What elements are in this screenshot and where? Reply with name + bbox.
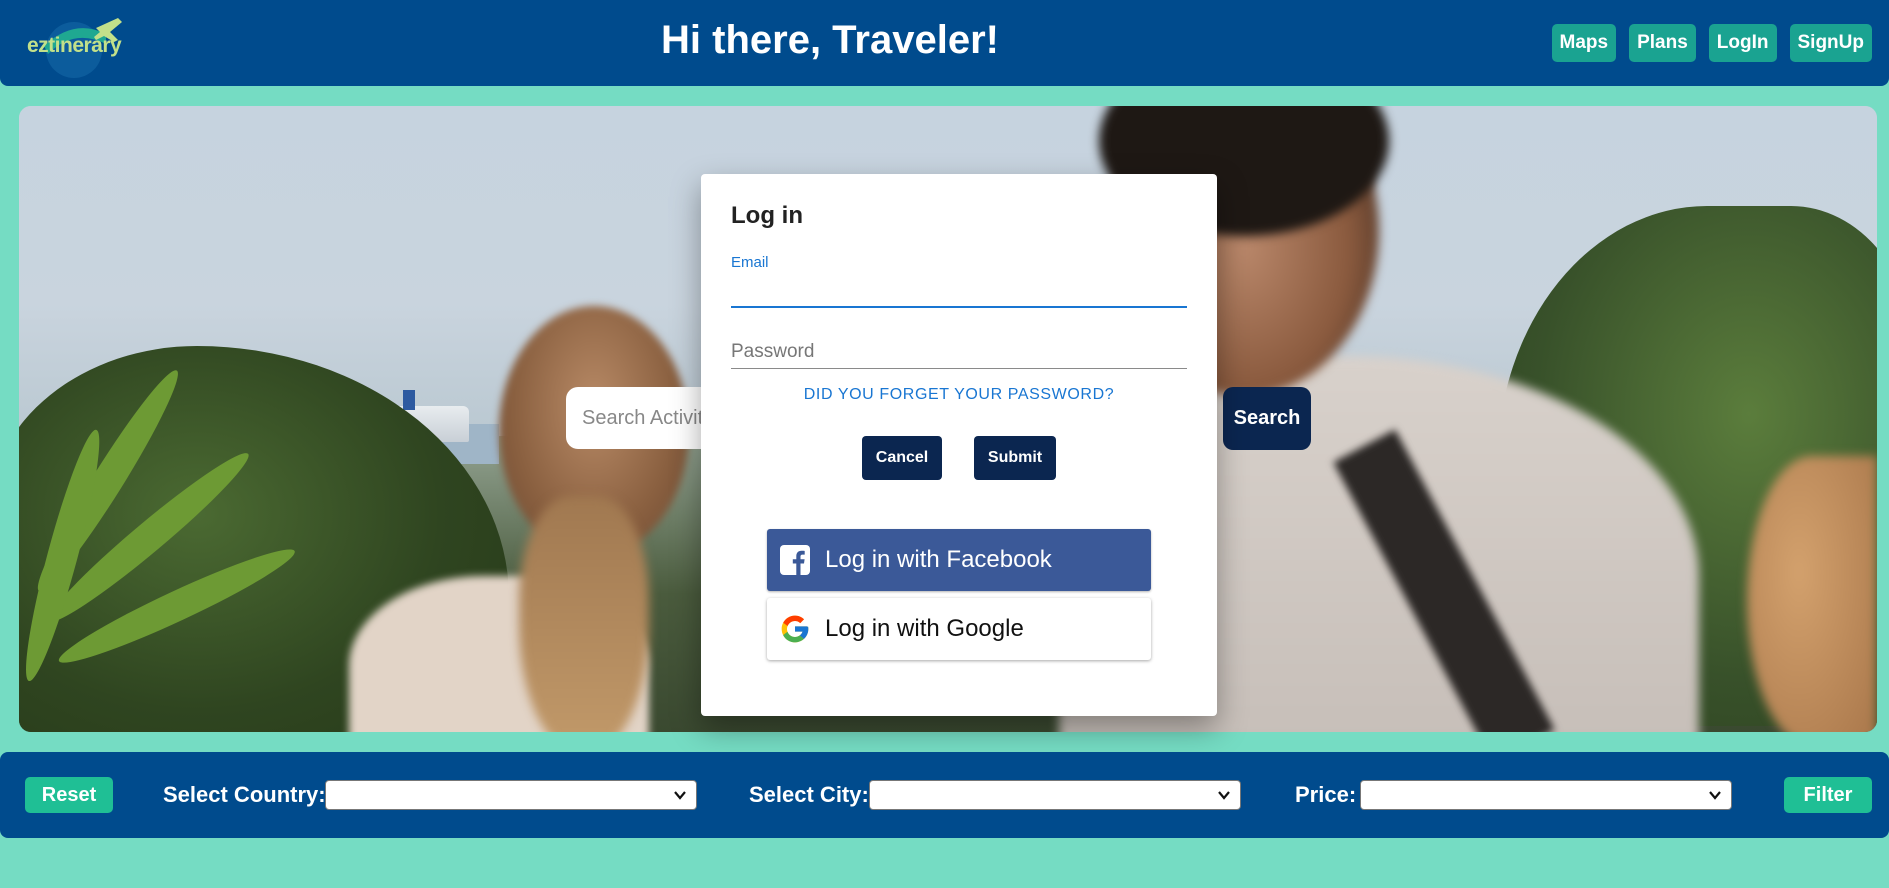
country-select[interactable] [325, 780, 697, 810]
hero-dog [1747, 456, 1877, 732]
submit-button[interactable]: Submit [974, 436, 1056, 480]
cancel-button[interactable]: Cancel [862, 436, 942, 480]
forgot-password-link[interactable]: DID YOU FORGET YOUR PASSWORD? [701, 386, 1217, 404]
login-button[interactable]: LogIn [1708, 24, 1777, 62]
city-label: Select City: [749, 782, 869, 807]
page-title: Hi there, Traveler! [661, 18, 999, 62]
google-icon [781, 615, 809, 643]
main-nav: Maps Plans LogIn SignUp [1551, 24, 1872, 62]
plans-button[interactable]: Plans [1629, 24, 1696, 62]
chevron-down-icon [1709, 791, 1721, 800]
hero-ship-funnel [403, 390, 415, 410]
facebook-icon [780, 545, 810, 575]
login-dialog: Log in Email DID YOU FORGET YOUR PASSWOR… [701, 174, 1217, 716]
city-select[interactable] [869, 780, 1241, 810]
country-label: Select Country: [163, 782, 326, 807]
email-field[interactable] [731, 274, 1187, 308]
maps-button[interactable]: Maps [1551, 24, 1617, 62]
facebook-login-label: Log in with Facebook [825, 546, 1052, 573]
password-field[interactable] [731, 336, 1187, 369]
price-label: Price: [1295, 782, 1357, 807]
header-bar: eztinerary Hi there, Traveler! Maps Plan… [0, 0, 1889, 86]
search-button[interactable]: Search [1223, 387, 1311, 450]
google-login-label: Log in with Google [825, 615, 1024, 642]
hero-woman-hair [519, 496, 649, 732]
signup-button[interactable]: SignUp [1789, 24, 1872, 62]
filter-button[interactable]: Filter [1784, 777, 1872, 813]
dialog-title: Log in [731, 202, 803, 229]
price-select[interactable] [1360, 780, 1732, 810]
facebook-login-button[interactable]: Log in with Facebook [767, 529, 1151, 591]
filter-bar: Reset Select Country: Select City: Price… [0, 752, 1889, 838]
reset-button[interactable]: Reset [25, 777, 113, 813]
chevron-down-icon [1218, 791, 1230, 800]
chevron-down-icon [674, 791, 686, 800]
google-login-button[interactable]: Log in with Google [767, 598, 1151, 660]
email-label: Email [731, 254, 769, 271]
